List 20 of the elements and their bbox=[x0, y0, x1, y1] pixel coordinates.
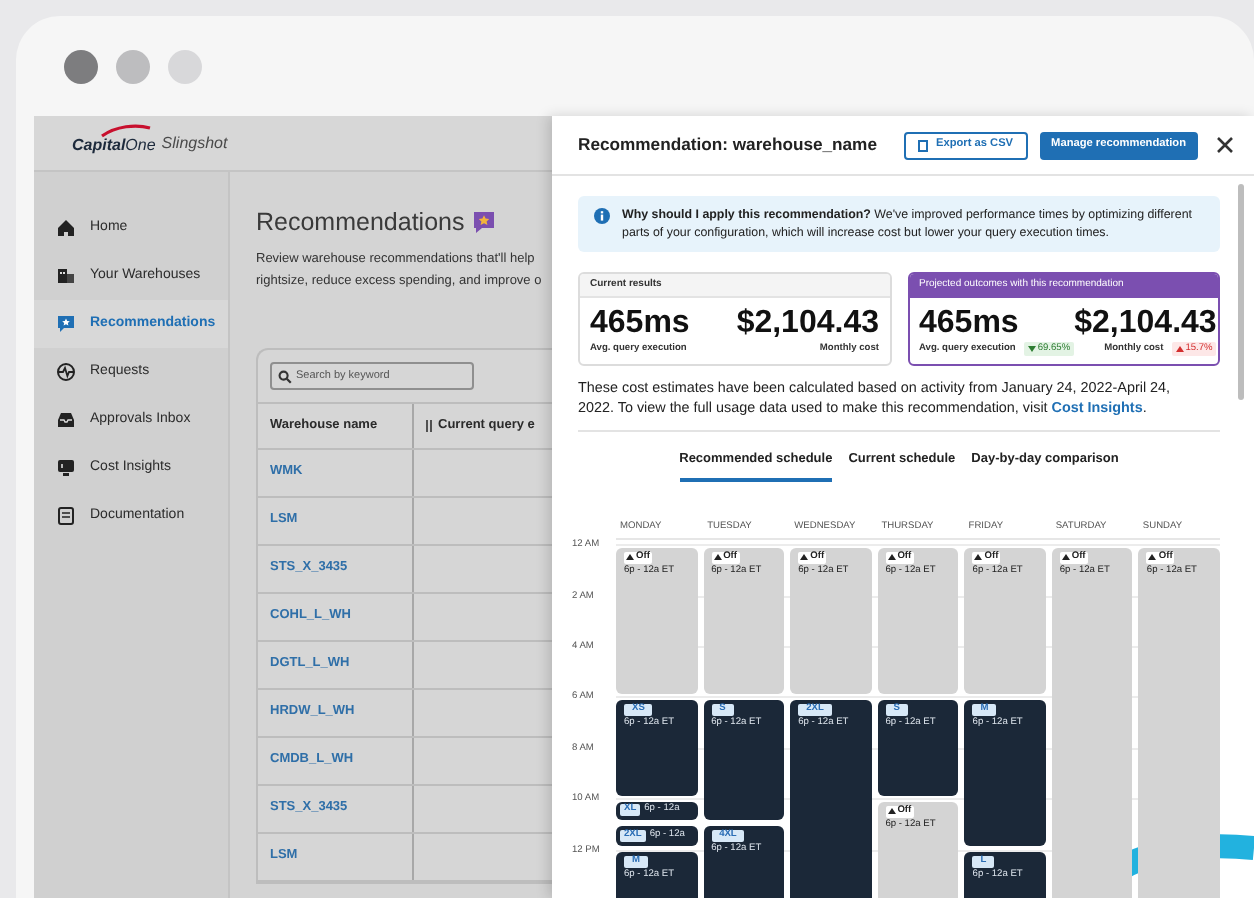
documentation-icon bbox=[56, 506, 76, 526]
page-title: Recommendations bbox=[256, 206, 465, 240]
product-name: Slingshot bbox=[161, 131, 228, 155]
info-icon bbox=[594, 208, 610, 224]
metric-value: $2,104.43 bbox=[1074, 306, 1217, 342]
metric-value: 465ms bbox=[919, 306, 1019, 342]
panel-title: Recommendation: warehouse_name bbox=[578, 132, 877, 158]
inbox-icon bbox=[56, 410, 76, 430]
home-icon bbox=[56, 218, 76, 238]
drag-handle-icon[interactable] bbox=[426, 419, 432, 432]
brand-logo: CapitalOne bbox=[72, 129, 156, 157]
scrollbar[interactable] bbox=[1238, 184, 1244, 400]
metric-value: 465ms bbox=[590, 306, 690, 342]
requests-icon bbox=[56, 362, 76, 382]
search-icon bbox=[278, 369, 292, 384]
close-icon[interactable] bbox=[1216, 136, 1234, 154]
recommendation-icon bbox=[472, 210, 497, 235]
recommendations-icon bbox=[56, 314, 76, 334]
metric-value: $2,104.43 bbox=[736, 306, 879, 342]
document-icon bbox=[917, 139, 928, 151]
